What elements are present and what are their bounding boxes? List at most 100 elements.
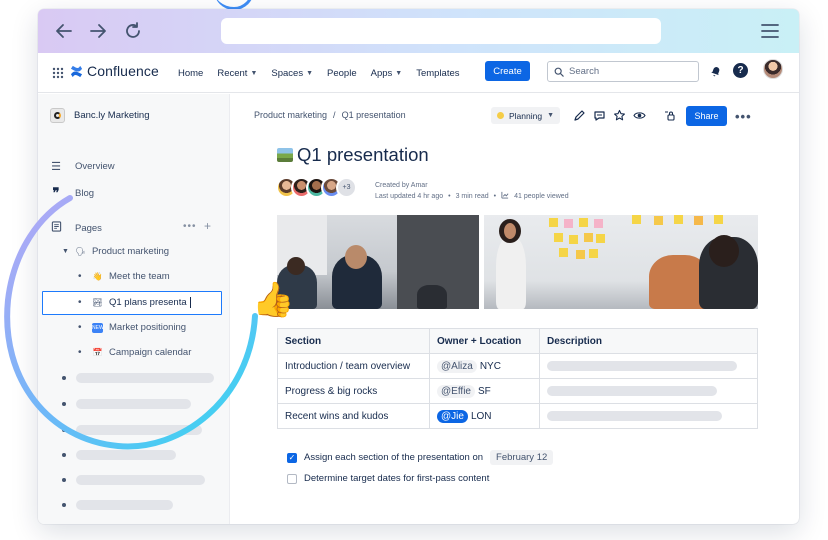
more-contributors-badge: +3 [336,177,357,198]
skeleton-row [62,373,214,383]
table-cell-description[interactable] [539,403,758,429]
nav-recent[interactable]: Recent ▼ [217,68,257,79]
address-bar[interactable] [221,18,661,44]
sidebar-item-label: Overview [75,161,115,172]
checkbox[interactable]: ✓ [287,452,297,463]
landscape-emoji-icon: 🏞 [92,297,103,307]
sidebar-item-pages[interactable]: Pages [50,221,102,235]
sidebar-item-overview[interactable]: ☰ Overview [50,160,115,173]
help-icon[interactable]: ? [733,63,748,78]
people-viewed[interactable]: 41 people viewed [514,191,569,203]
table-cell-description[interactable] [539,378,758,404]
arrow-right-icon[interactable] [87,20,109,42]
hamburger-menu-icon[interactable] [760,22,780,40]
more-actions-icon[interactable]: ••• [735,109,752,124]
sidebar-item-label: Blog [75,187,95,199]
tree-item-product-marketing[interactable]: ▼ 🗣 Product marketing [62,246,169,257]
nav-people-label: People [327,67,357,79]
bullet: • [78,322,82,333]
placeholder-bar [547,411,722,421]
nav-people[interactable]: People [327,68,357,79]
new-emoji-icon: NEW [92,322,104,333]
nav-templates-label: Templates [416,67,460,79]
share-button[interactable]: Share [686,106,727,126]
skeleton-row [62,450,176,460]
table-header: Description [539,328,758,354]
confluence-logo[interactable]: Confluence [70,63,159,79]
table-cell-section[interactable]: Progress & big rocks [277,378,430,404]
table-cell-owner[interactable]: @Effie SF [429,378,540,404]
skeleton-row [62,425,202,435]
chevron-down-icon: ▼ [62,248,69,255]
tree-item-meet-the-team[interactable]: • 👋 Meet the team [78,271,170,282]
comment-icon[interactable] [593,109,606,122]
chevron-down-icon: ▼ [395,69,403,77]
notification-icon[interactable] [709,64,723,78]
space-header[interactable]: Banc.ly Marketing [50,108,150,123]
more-actions-icon[interactable]: ••• [183,221,197,232]
table-cell-section[interactable]: Recent wins and kudos [277,403,430,429]
status-label: Planning [509,110,543,121]
top-navigation: Confluence Home Recent ▼ Spaces ▼ People A… [38,53,799,93]
edit-icon[interactable] [573,109,586,122]
nav-spaces[interactable]: Spaces ▼ [271,68,313,79]
analytics-icon [501,191,509,203]
user-avatar[interactable] [763,59,783,79]
sections-table: Section Owner + Location Description Int… [277,328,758,429]
create-button[interactable]: Create [485,61,530,81]
confluence-logo-icon [70,65,83,77]
breadcrumb-item[interactable]: Product marketing [254,110,327,120]
separator-dot: • [448,193,451,200]
nav-templates[interactable]: Templates [416,68,459,79]
page-title[interactable]: Q1 presentation [277,144,429,166]
nav-apps-label: Apps [370,67,393,79]
nav-apps[interactable]: Apps ▼ [371,68,403,79]
skeleton-row [62,399,191,409]
reload-icon[interactable] [122,20,144,42]
task-item: ✓ Assign each section of the presentatio… [287,450,554,465]
table-cell-description[interactable] [539,353,758,379]
office-photo [277,215,479,309]
user-mention[interactable]: @Aliza [437,359,477,373]
table-cell-section[interactable]: Introduction / team overview [277,353,430,379]
page-title-text: Q1 presentation [297,144,429,165]
contributors[interactable]: +3 [276,177,357,198]
checkbox[interactable] [287,473,297,484]
tree-item-campaign-calendar[interactable]: • 📅 Campaign calendar [78,347,191,358]
watch-icon[interactable] [633,109,646,122]
app-switcher-icon[interactable] [52,66,64,79]
skeleton-row [62,475,205,485]
sidebar-item-blog[interactable]: ❞ Blog [50,185,95,201]
restrictions-icon[interactable] [663,109,676,122]
user-mention[interactable]: @Effie [437,384,475,398]
add-page-icon[interactable]: + [204,219,211,233]
table-cell-owner[interactable]: @Aliza NYC [429,353,540,379]
table-header-row: Section Owner + Location Description [277,328,758,354]
nav-home[interactable]: Home [178,68,203,79]
date-chip[interactable]: February 12 [490,450,554,465]
tree-item-label: Product marketing [91,246,170,257]
location: LON [470,410,492,422]
tree-item-q1-plans[interactable]: • 🏞 Q1 plans presenta [78,297,191,308]
calendar-emoji-icon: 📅 [92,347,103,357]
status-dot [497,112,504,119]
search-input[interactable]: Search [547,61,699,82]
search-placeholder: Search [569,66,600,77]
placeholder-bar [547,361,737,371]
chevron-down-icon: ▼ [306,69,314,77]
breadcrumb: Product marketing / Q1 presentation [254,110,406,120]
arrow-left-icon[interactable] [53,20,75,42]
separator-dot: • [493,193,497,200]
table-row: Introduction / team overview @Aliza NYC [277,353,758,379]
table-cell-owner[interactable]: @Jie LON [429,403,540,429]
user-mention[interactable]: @Jie [437,409,468,423]
created-by: Created by Amar [375,182,428,189]
browser-toolbar [38,9,799,53]
nav-spaces-label: Spaces [271,67,304,79]
tree-item-market-positioning[interactable]: • NEW Market positioning [78,322,186,333]
last-updated: Last updated 4 hr ago [375,193,444,200]
breadcrumb-item[interactable]: Q1 presentation [342,110,406,120]
status-dropdown[interactable]: Planning ▼ [491,107,561,124]
star-icon[interactable] [613,109,626,122]
tree-item-label: Market positioning [109,322,187,333]
